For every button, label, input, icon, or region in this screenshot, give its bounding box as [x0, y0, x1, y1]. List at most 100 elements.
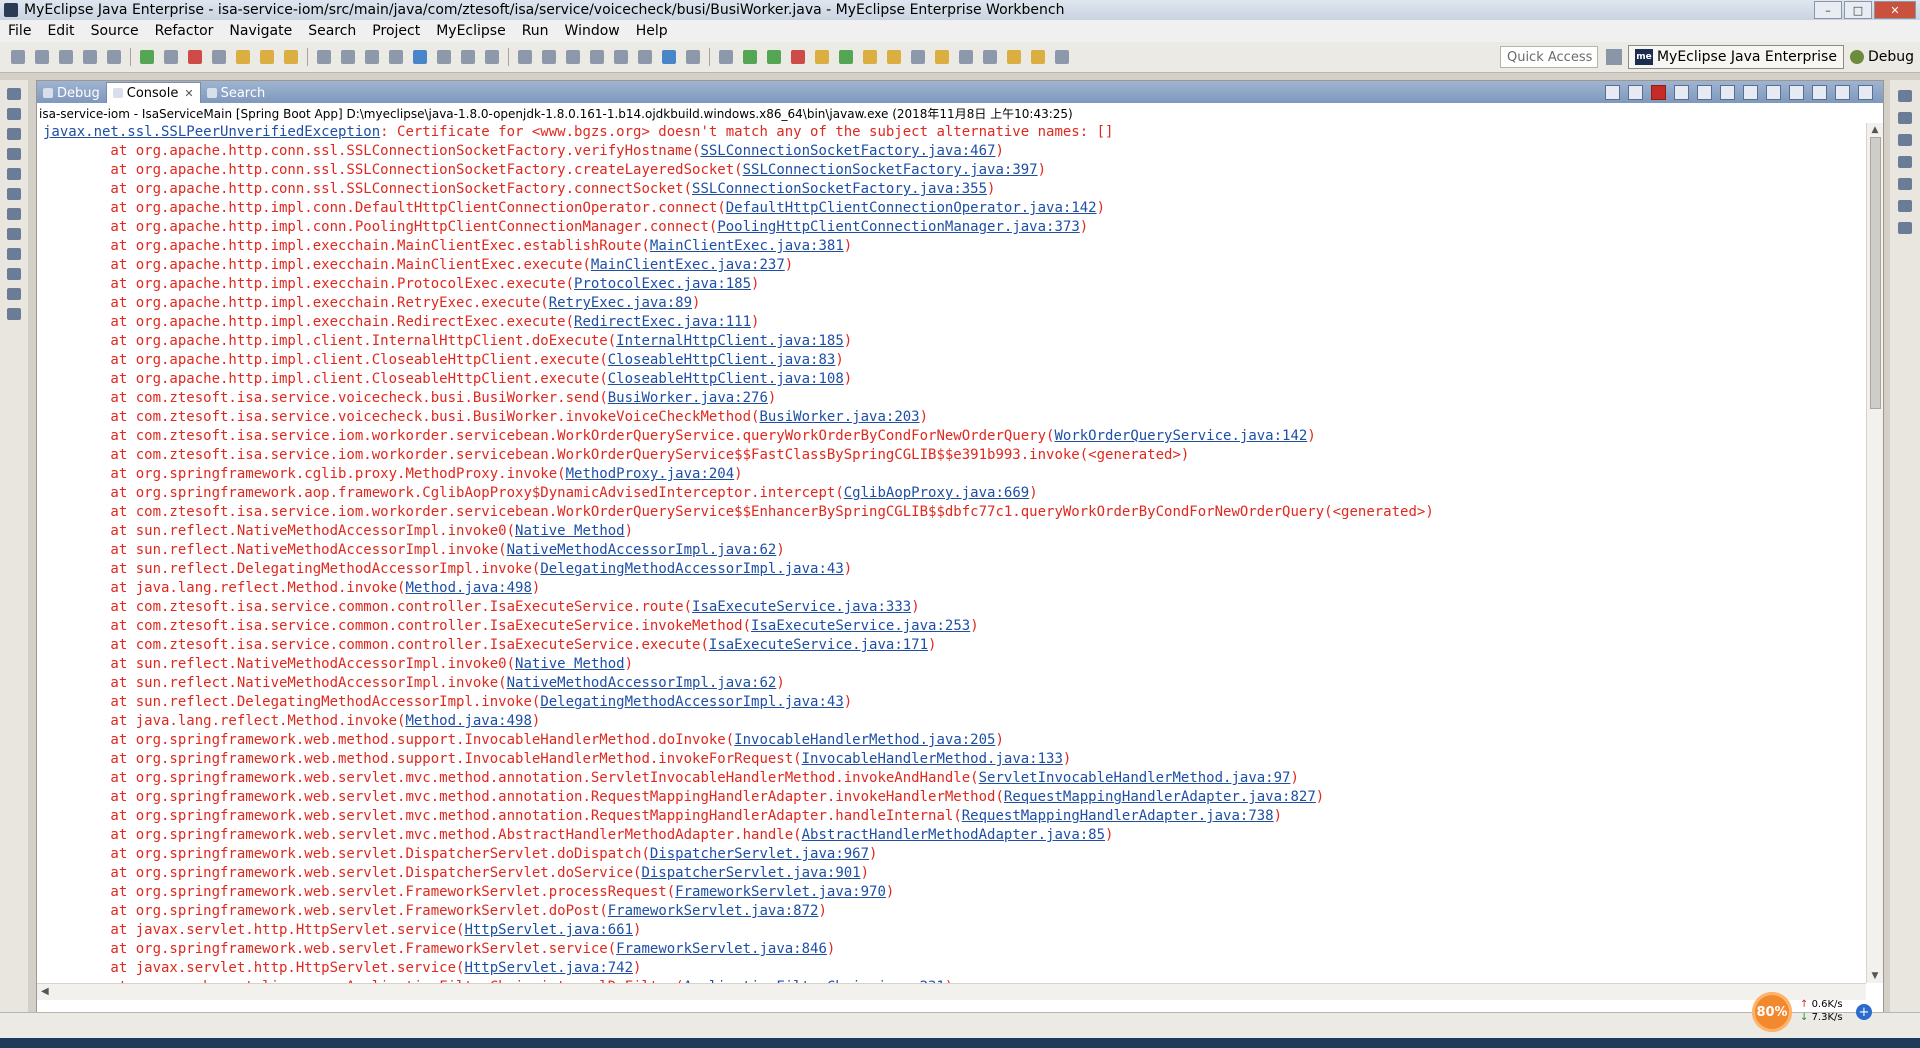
display-console-icon[interactable] — [1789, 84, 1804, 100]
properties-icon[interactable] — [1898, 222, 1912, 234]
remove-all-launches-icon[interactable] — [1628, 84, 1643, 100]
source-location-link[interactable]: ServletInvocableHandlerMethod.java:97 — [979, 770, 1291, 786]
terminate-icon[interactable] — [1651, 84, 1666, 100]
menu-item-edit[interactable]: Edit — [39, 23, 82, 39]
outline-icon[interactable] — [542, 50, 556, 64]
console-output[interactable]: javax.net.ssl.SSLPeerUnverifiedException… — [37, 123, 1865, 1003]
source-location-link[interactable]: DefaultHttpClientConnectionOperator.java… — [726, 200, 1097, 216]
scroll-left-icon[interactable]: ◀ — [41, 986, 49, 997]
tasks-icon[interactable] — [7, 248, 21, 260]
problems-icon[interactable] — [7, 228, 21, 240]
menu-item-window[interactable]: Window — [557, 23, 628, 39]
format-icon[interactable] — [317, 50, 331, 64]
toggle-comment-icon[interactable] — [341, 50, 355, 64]
horizontal-scrollbar[interactable]: ◀ — [37, 983, 1866, 1000]
open-perspective-icon[interactable] — [1605, 49, 1622, 65]
show-on-output-icon[interactable] — [1743, 84, 1758, 100]
source-location-link[interactable]: CglibAopProxy.java:669 — [844, 485, 1029, 501]
menu-item-run[interactable]: Run — [514, 23, 557, 39]
outline-icon[interactable] — [1898, 112, 1912, 124]
source-location-link[interactable]: BusiWorker.java:276 — [608, 390, 768, 406]
perspective-debug[interactable]: Debug — [1844, 46, 1920, 68]
menu-item-search[interactable]: Search — [300, 23, 364, 39]
last-edit-icon[interactable] — [1007, 50, 1021, 64]
restore-icon[interactable] — [1898, 156, 1912, 168]
accelerate-plus-icon[interactable]: + — [1856, 1004, 1872, 1020]
source-location-link[interactable]: SSLConnectionSocketFactory.java:397 — [743, 162, 1038, 178]
source-location-link[interactable]: NativeMethodAccessorImpl.java:62 — [507, 675, 777, 691]
new-dropdown-icon[interactable] — [35, 50, 49, 64]
maximize-button[interactable]: □ — [1844, 1, 1872, 19]
source-location-link[interactable]: SSLConnectionSocketFactory.java:355 — [692, 181, 987, 197]
source-location-link[interactable]: CloseableHttpClient.java:83 — [608, 352, 836, 368]
gear-icon[interactable] — [719, 50, 733, 64]
quick-access-field[interactable]: Quick Access — [1499, 46, 1598, 68]
menu-item-file[interactable]: File — [0, 23, 39, 39]
source-location-link[interactable]: PoolingHttpClientConnectionManager.java:… — [717, 219, 1079, 235]
source-location-link[interactable]: RetryExec.java:89 — [549, 295, 692, 311]
tab-console[interactable]: Console ✕ — [105, 82, 201, 103]
source-location-link[interactable]: DelegatingMethodAccessorImpl.java:43 — [540, 561, 843, 577]
source-location-link[interactable]: InvocableHandlerMethod.java:133 — [802, 751, 1063, 767]
step-over-icon[interactable] — [260, 50, 274, 64]
restore-icon[interactable] — [7, 208, 21, 220]
menu-item-myeclipse[interactable]: MyEclipse — [428, 23, 513, 39]
hierarchy-icon[interactable] — [7, 148, 21, 160]
source-location-link[interactable]: ProtocolExec.java:185 — [574, 276, 751, 292]
source-location-link[interactable]: SSLConnectionSocketFactory.java:467 — [700, 143, 995, 159]
disconnect-icon[interactable] — [212, 50, 226, 64]
server-icon[interactable] — [437, 50, 451, 64]
source-location-link[interactable]: BusiWorker.java:203 — [759, 409, 919, 425]
palette-icon[interactable] — [1898, 178, 1912, 190]
open-folder-icon[interactable] — [863, 50, 877, 64]
source-location-link[interactable]: MainClientExec.java:381 — [650, 238, 844, 254]
source-location-link[interactable]: DelegatingMethodAccessorImpl.java:43 — [540, 694, 843, 710]
exception-type-link[interactable]: javax.net.ssl.SSLPeerUnverifiedException — [43, 124, 380, 140]
source-location-link[interactable]: HttpServlet.java:742 — [464, 960, 633, 976]
tab-debug[interactable]: Debug — [37, 83, 106, 103]
source-location-link[interactable]: IsaExecuteService.java:253 — [751, 618, 970, 634]
image-preview-icon[interactable] — [7, 268, 21, 280]
minimize-view-icon[interactable] — [1835, 84, 1850, 100]
remove-launch-icon[interactable] — [1605, 84, 1620, 100]
source-location-link[interactable]: Method.java:498 — [405, 713, 531, 729]
source-location-link[interactable]: WorkOrderQueryService.java:142 — [1054, 428, 1307, 444]
refresh-icon[interactable] — [839, 50, 853, 64]
source-location-link[interactable]: DispatcherServlet.java:967 — [650, 846, 869, 862]
restore-icon[interactable] — [7, 88, 21, 100]
source-location-link[interactable]: InvocableHandlerMethod.java:205 — [734, 732, 995, 748]
source-location-link[interactable]: NativeMethodAccessorImpl.java:62 — [507, 542, 777, 558]
new-icon[interactable] — [11, 50, 25, 64]
edit-icon[interactable] — [959, 50, 973, 64]
tab-search[interactable]: Search — [201, 83, 272, 103]
servers-icon[interactable] — [7, 188, 21, 200]
source-location-link[interactable]: InternalHttpClient.java:185 — [616, 333, 844, 349]
word-wrap-icon[interactable] — [1720, 84, 1735, 100]
network-speed-widget[interactable]: 80% 0.6K/s 7.3K/s + — [1752, 992, 1872, 1032]
redo-icon[interactable] — [389, 50, 403, 64]
source-location-link[interactable]: Native Method — [515, 656, 625, 672]
network-load-badge[interactable]: 80% — [1752, 992, 1792, 1032]
menu-item-refactor[interactable]: Refactor — [147, 23, 222, 39]
save-all-icon[interactable] — [83, 50, 97, 64]
run-icon[interactable] — [743, 50, 757, 64]
scroll-thumb[interactable] — [1870, 137, 1881, 409]
myeclipse-explorer-icon[interactable] — [7, 108, 21, 120]
step-return-icon[interactable] — [284, 50, 298, 64]
hierarchy-icon[interactable] — [566, 50, 580, 64]
source-location-link[interactable]: RedirectExec.java:111 — [574, 314, 751, 330]
source-location-link[interactable]: Method.java:498 — [405, 580, 531, 596]
source-location-link[interactable]: HttpServlet.java:661 — [464, 922, 633, 938]
annotation-icon[interactable] — [983, 50, 997, 64]
scroll-up-icon[interactable]: ▲ — [1870, 125, 1880, 135]
source-location-link[interactable]: MainClientExec.java:237 — [591, 257, 785, 273]
snippets-icon[interactable] — [7, 288, 21, 300]
search-icon[interactable] — [638, 50, 652, 64]
restore-icon[interactable] — [1898, 90, 1912, 102]
package-icon[interactable] — [935, 50, 949, 64]
open-console-icon[interactable] — [1812, 84, 1827, 100]
camera-icon[interactable] — [686, 50, 700, 64]
package-explorer-icon[interactable] — [7, 128, 21, 140]
deploy-icon[interactable] — [413, 50, 427, 64]
close-tab-icon[interactable]: ✕ — [184, 87, 193, 100]
